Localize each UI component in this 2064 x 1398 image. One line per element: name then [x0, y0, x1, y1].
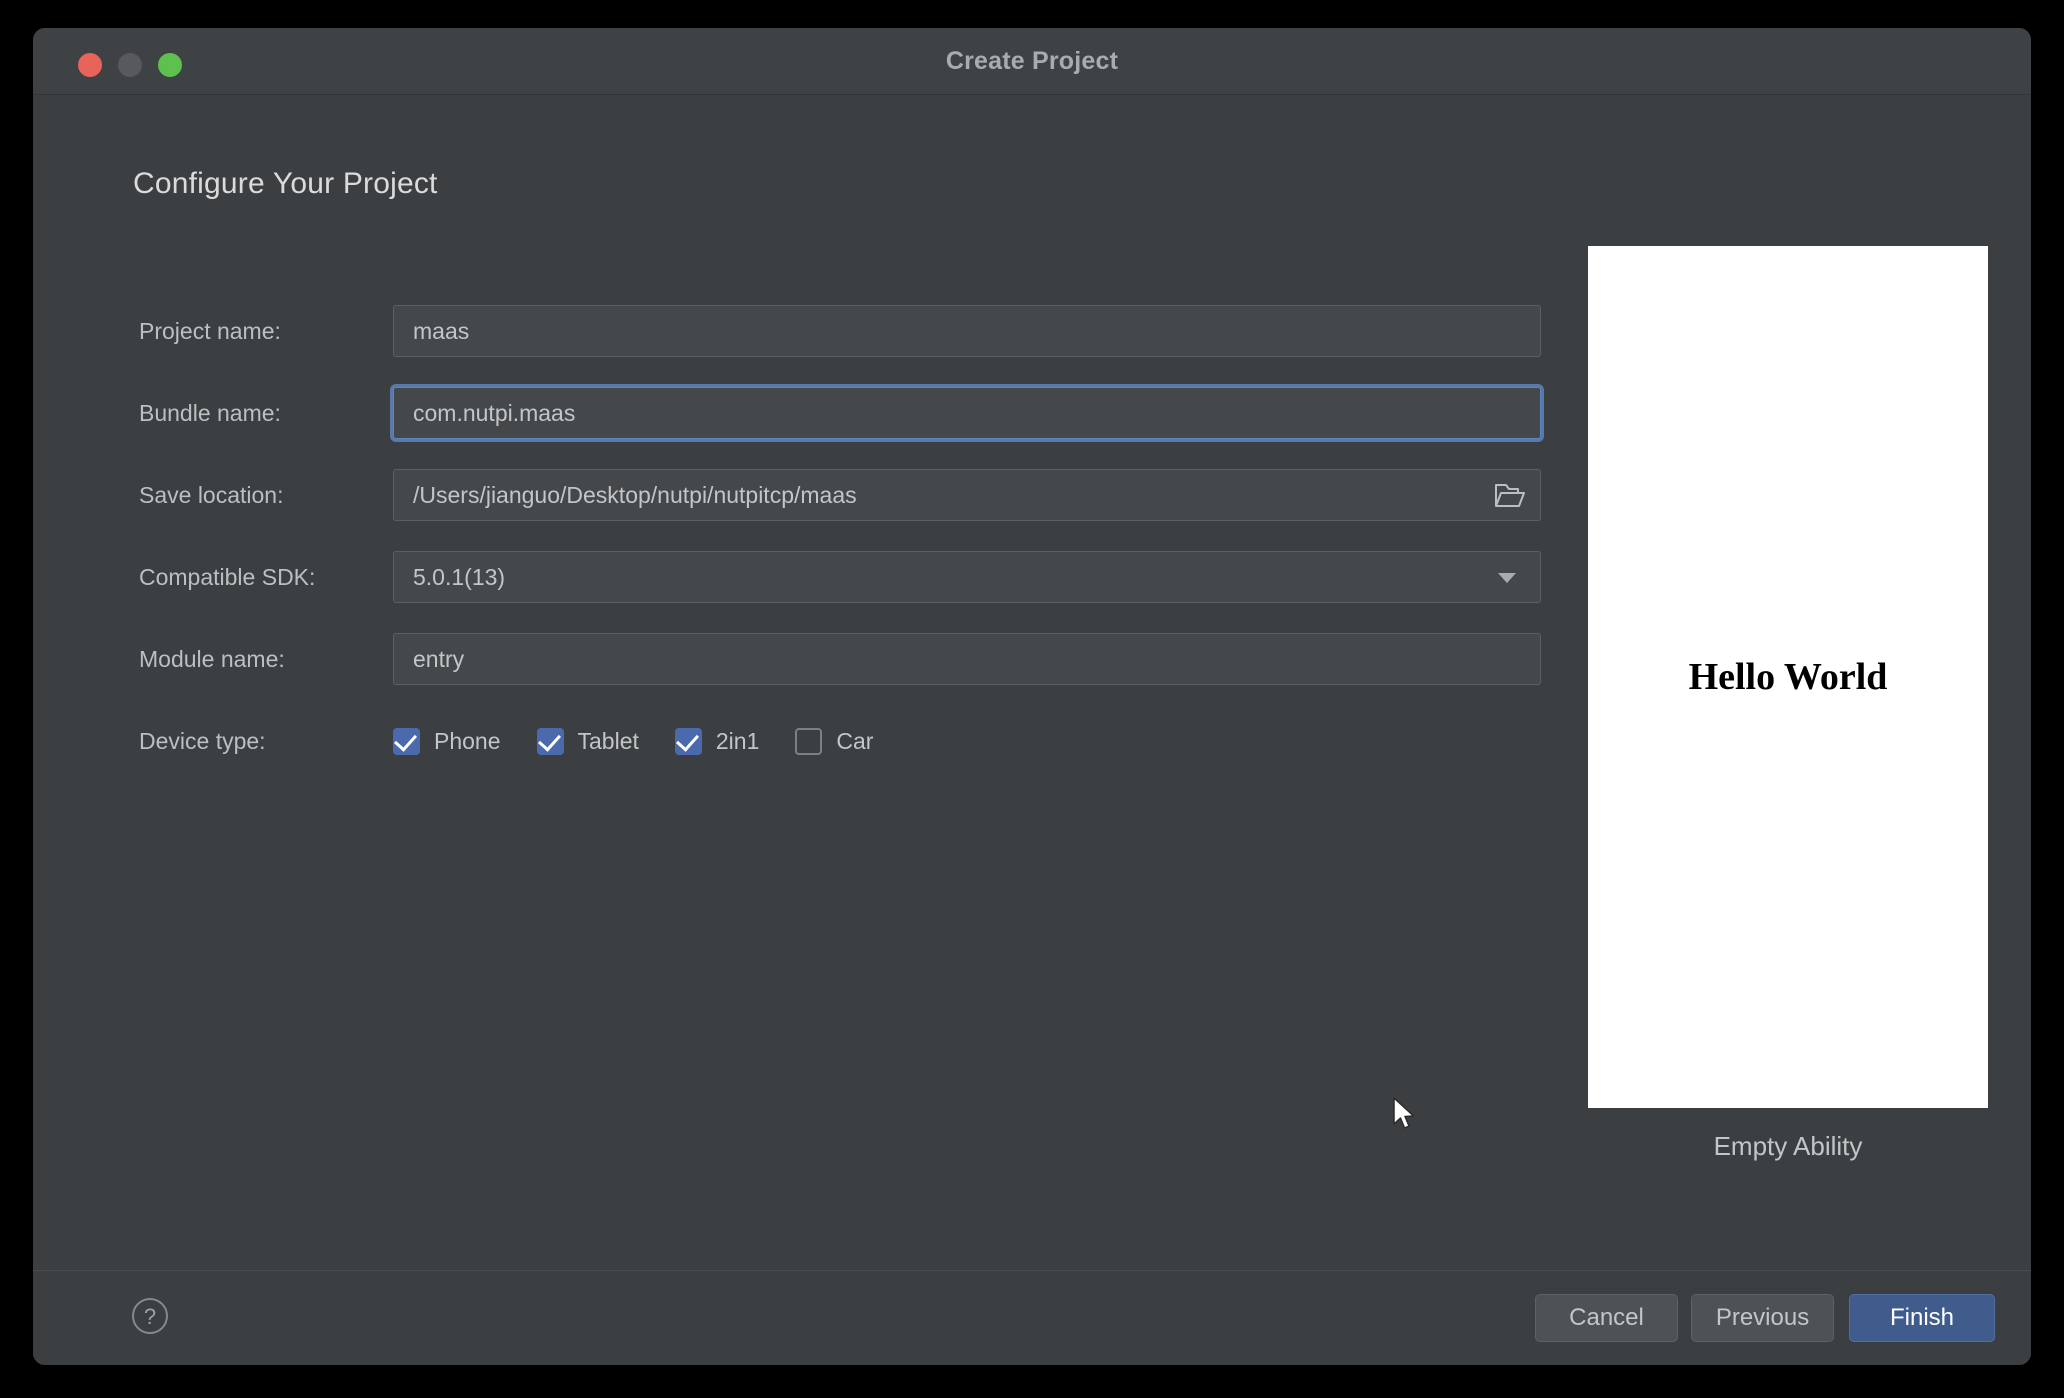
- checkbox-phone[interactable]: Phone: [393, 727, 501, 755]
- compatible-sdk-select[interactable]: 5.0.1(13): [393, 551, 1541, 603]
- checkbox-car-box[interactable]: [795, 727, 823, 755]
- help-icon[interactable]: ?: [132, 1298, 168, 1334]
- bundle-name-input[interactable]: com.nutpi.maas: [393, 387, 1541, 439]
- page-title: Configure Your Project: [133, 167, 438, 200]
- label-compatible-sdk: Compatible SDK:: [139, 564, 316, 590]
- label-save-location: Save location:: [139, 482, 284, 508]
- chevron-down-icon[interactable]: [1498, 573, 1516, 583]
- checkbox-car-label: Car: [836, 727, 874, 754]
- template-preview: Hello World Empty Ability: [1588, 246, 1988, 1161]
- create-project-dialog: Create Project Configure Your Project Pr…: [33, 28, 2031, 1365]
- preview-screen-text: Hello World: [1688, 656, 1888, 698]
- module-name-input[interactable]: entry: [393, 633, 1541, 685]
- dialog-body: Configure Your Project Project name: maa…: [33, 95, 2031, 1270]
- label-device-type: Device type:: [139, 728, 266, 754]
- checkbox-tablet-box[interactable]: [536, 727, 564, 755]
- open-folder-icon[interactable]: [1494, 480, 1526, 510]
- checkbox-phone-box[interactable]: [393, 727, 420, 755]
- checkbox-2in1[interactable]: 2in1: [674, 727, 760, 755]
- check-icon: [393, 727, 418, 752]
- desktop-background: Create Project Configure Your Project Pr…: [0, 0, 2064, 1398]
- label-module-name: Module name:: [139, 646, 285, 672]
- dialog-footer: ? Cancel Previous Finish: [33, 1270, 2031, 1365]
- checkbox-car[interactable]: Car: [795, 727, 874, 755]
- save-location-input[interactable]: /Users/jianguo/Desktop/nutpi/nutpitcp/ma…: [393, 469, 1541, 521]
- previous-button[interactable]: Previous: [1691, 1294, 1834, 1342]
- bundle-name-value: com.nutpi.maas: [413, 400, 576, 426]
- cancel-button[interactable]: Cancel: [1535, 1294, 1678, 1342]
- check-icon: [675, 727, 699, 752]
- finish-button[interactable]: Finish: [1849, 1294, 1995, 1342]
- project-name-value: maas: [413, 318, 470, 344]
- project-name-input[interactable]: maas: [393, 305, 1541, 357]
- checkbox-phone-label: Phone: [434, 727, 501, 754]
- preview-device-screen: Hello World: [1588, 246, 1988, 1108]
- checkbox-tablet-label: Tablet: [577, 727, 639, 754]
- title-bar: Create Project: [33, 28, 2031, 95]
- checkbox-2in1-label: 2in1: [715, 727, 760, 754]
- checkbox-2in1-box[interactable]: [674, 727, 702, 755]
- save-location-value: /Users/jianguo/Desktop/nutpi/nutpitcp/ma…: [413, 482, 857, 508]
- window-title: Create Project: [945, 47, 1119, 75]
- device-type-checkbox-group: Phone Tablet 2in1 Car: [393, 715, 909, 767]
- label-project-name: Project name:: [139, 318, 281, 344]
- module-name-value: entry: [413, 646, 465, 672]
- check-icon: [537, 727, 561, 752]
- checkbox-tablet[interactable]: Tablet: [536, 727, 639, 755]
- preview-caption: Empty Ability: [1713, 1131, 1863, 1161]
- compatible-sdk-value: 5.0.1(13): [413, 564, 506, 590]
- label-bundle-name: Bundle name:: [139, 400, 281, 426]
